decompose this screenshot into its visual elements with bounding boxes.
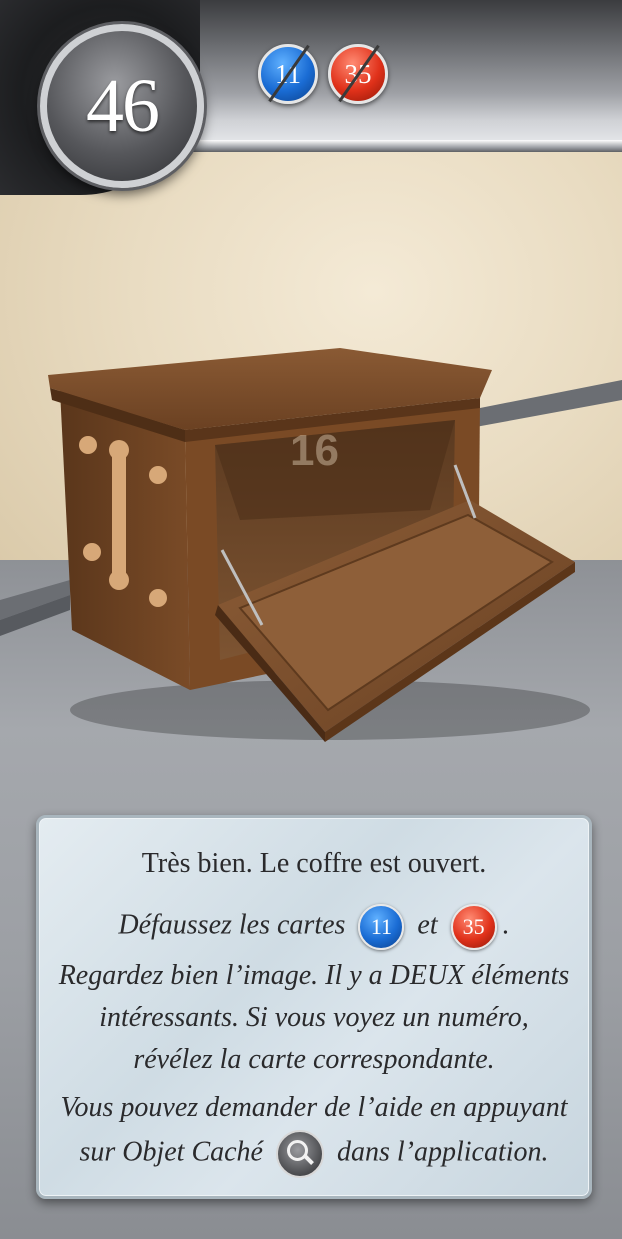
- magnifier-icon: [275, 1130, 324, 1178]
- card-number: 46: [86, 63, 160, 148]
- header-trim: [180, 140, 622, 152]
- hidden-number: 16: [290, 426, 339, 475]
- discard-prefix: Défaussez les cartes: [118, 909, 346, 941]
- wooden-chest: 16: [48, 348, 590, 742]
- status-text: Très bien. Le coffre est ouvert.: [141, 848, 487, 879]
- discarded-card-chip-blue: 11: [258, 44, 318, 104]
- card-chip-blue: 11: [358, 904, 405, 950]
- game-card: 16 46 11 35 Très bien. Le coffre est ouv…: [0, 0, 622, 1239]
- help-prefix: sur Objet Caché: [79, 1136, 263, 1168]
- look-line-1: Regardez bien l’image. Il y a DEUX éléme…: [58, 960, 570, 991]
- discard-suffix: .: [502, 909, 510, 941]
- discarded-card-chip-red: 35: [328, 44, 388, 104]
- help-line-1: Vous pouvez demander de l’aide en appuya…: [60, 1092, 568, 1123]
- instruction-panel: Très bien. Le coffre est ouvert. Défauss…: [36, 815, 592, 1199]
- card-number-badge: 46: [40, 24, 204, 188]
- discard-instruction: Défaussez les cartes 11 et 35.: [39, 904, 589, 950]
- discard-and: et: [417, 909, 438, 941]
- look-line-3: révélez la carte correspondante.: [133, 1044, 495, 1075]
- card-chip-red: 35: [450, 904, 497, 950]
- help-suffix: dans l’application.: [336, 1136, 549, 1168]
- look-line-2: intéressants. Si vous voyez un numéro,: [99, 1002, 529, 1033]
- help-line-2: sur Objet Caché dans l’application.: [39, 1130, 589, 1178]
